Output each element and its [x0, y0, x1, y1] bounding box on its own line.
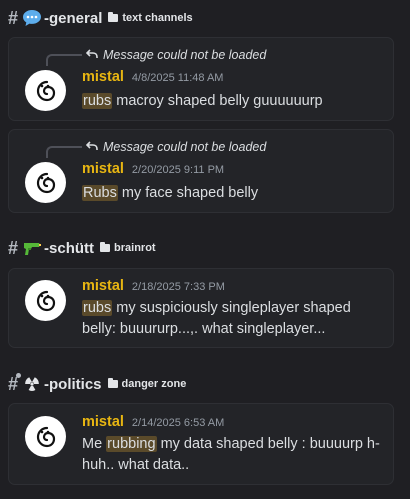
channel-header-politics[interactable]: # -politics danger zone — [8, 372, 187, 395]
channel-name: -schütt — [44, 239, 95, 257]
message-content: Me rubbing my data shaped belly : buuuur… — [82, 434, 382, 476]
message-content: rubs my suspiciously singleplayer shaped… — [82, 298, 382, 340]
channel-hash-icon: # — [8, 237, 19, 258]
message-text: my face shaped belly — [117, 185, 259, 201]
search-highlight: rubs — [82, 93, 113, 109]
thread-hash-icon: # — [8, 372, 22, 395]
spiral-face-icon — [36, 80, 55, 101]
radioactive-icon — [22, 374, 42, 394]
message-result[interactable]: mistal 2/18/2025 7:33 PM rubs my suspici… — [8, 268, 394, 348]
water-pistol-icon — [22, 238, 42, 258]
folder-icon — [108, 12, 119, 22]
speech-bubble-icon — [22, 8, 42, 28]
avatar[interactable] — [25, 416, 66, 457]
reply-connector — [46, 54, 82, 66]
channel-header-general[interactable]: # -general text channels — [8, 8, 193, 28]
channel-name: -politics — [44, 375, 102, 393]
folder-icon — [100, 242, 111, 252]
avatar[interactable] — [25, 70, 66, 111]
search-highlight: rubs — [82, 300, 113, 316]
reply-preview[interactable]: Message could not be loaded — [85, 47, 267, 63]
spiral-face-icon — [36, 426, 55, 447]
channel-name: -general — [44, 9, 103, 27]
message-result[interactable]: Message could not be loaded mistal 2/20/… — [8, 129, 394, 213]
reply-text: Message could not be loaded — [103, 140, 267, 154]
reply-preview[interactable]: Message could not be loaded — [85, 139, 267, 155]
search-highlight: Rubs — [82, 185, 118, 201]
category-name: danger zone — [121, 378, 187, 390]
reply-arrow-icon — [85, 48, 98, 62]
reply-connector — [46, 146, 82, 158]
timestamp: 2/18/2025 7:33 PM — [131, 281, 225, 293]
author-name[interactable]: mistal — [82, 414, 124, 430]
reply-arrow-icon — [85, 140, 98, 154]
avatar[interactable] — [25, 162, 66, 203]
message-content: rubs macroy shaped belly guuuuuurp — [82, 91, 382, 112]
message-result[interactable]: mistal 2/14/2025 6:53 AM Me rubbing my d… — [8, 403, 394, 485]
author-name[interactable]: mistal — [82, 278, 124, 294]
spiral-face-icon — [36, 172, 55, 193]
message-content: Rubs my face shaped belly — [82, 183, 382, 204]
spiral-face-icon — [36, 290, 55, 311]
author-name[interactable]: mistal — [82, 161, 124, 177]
category-name: text channels — [122, 12, 193, 24]
message-result[interactable]: Message could not be loaded mistal 4/8/2… — [8, 37, 394, 121]
avatar[interactable] — [25, 280, 66, 321]
search-results: # -general text channels Message could n… — [0, 0, 410, 499]
search-highlight: rubbing — [106, 436, 157, 452]
timestamp: 4/8/2025 11:48 AM — [131, 72, 224, 84]
folder-icon — [107, 378, 118, 388]
channel-hash-icon: # — [8, 7, 19, 28]
message-text: macroy shaped belly guuuuuurp — [112, 93, 323, 109]
author-name[interactable]: mistal — [82, 69, 124, 85]
timestamp: 2/14/2025 6:53 AM — [131, 417, 225, 429]
message-text: my suspiciously singleplayer shaped bell… — [82, 300, 351, 337]
category-name: brainrot — [114, 242, 156, 254]
channel-header-schutt[interactable]: # -schütt brainrot — [8, 238, 156, 258]
message-text-prefix: Me — [82, 436, 107, 452]
reply-text: Message could not be loaded — [103, 48, 267, 62]
timestamp: 2/20/2025 9:11 PM — [131, 164, 225, 176]
